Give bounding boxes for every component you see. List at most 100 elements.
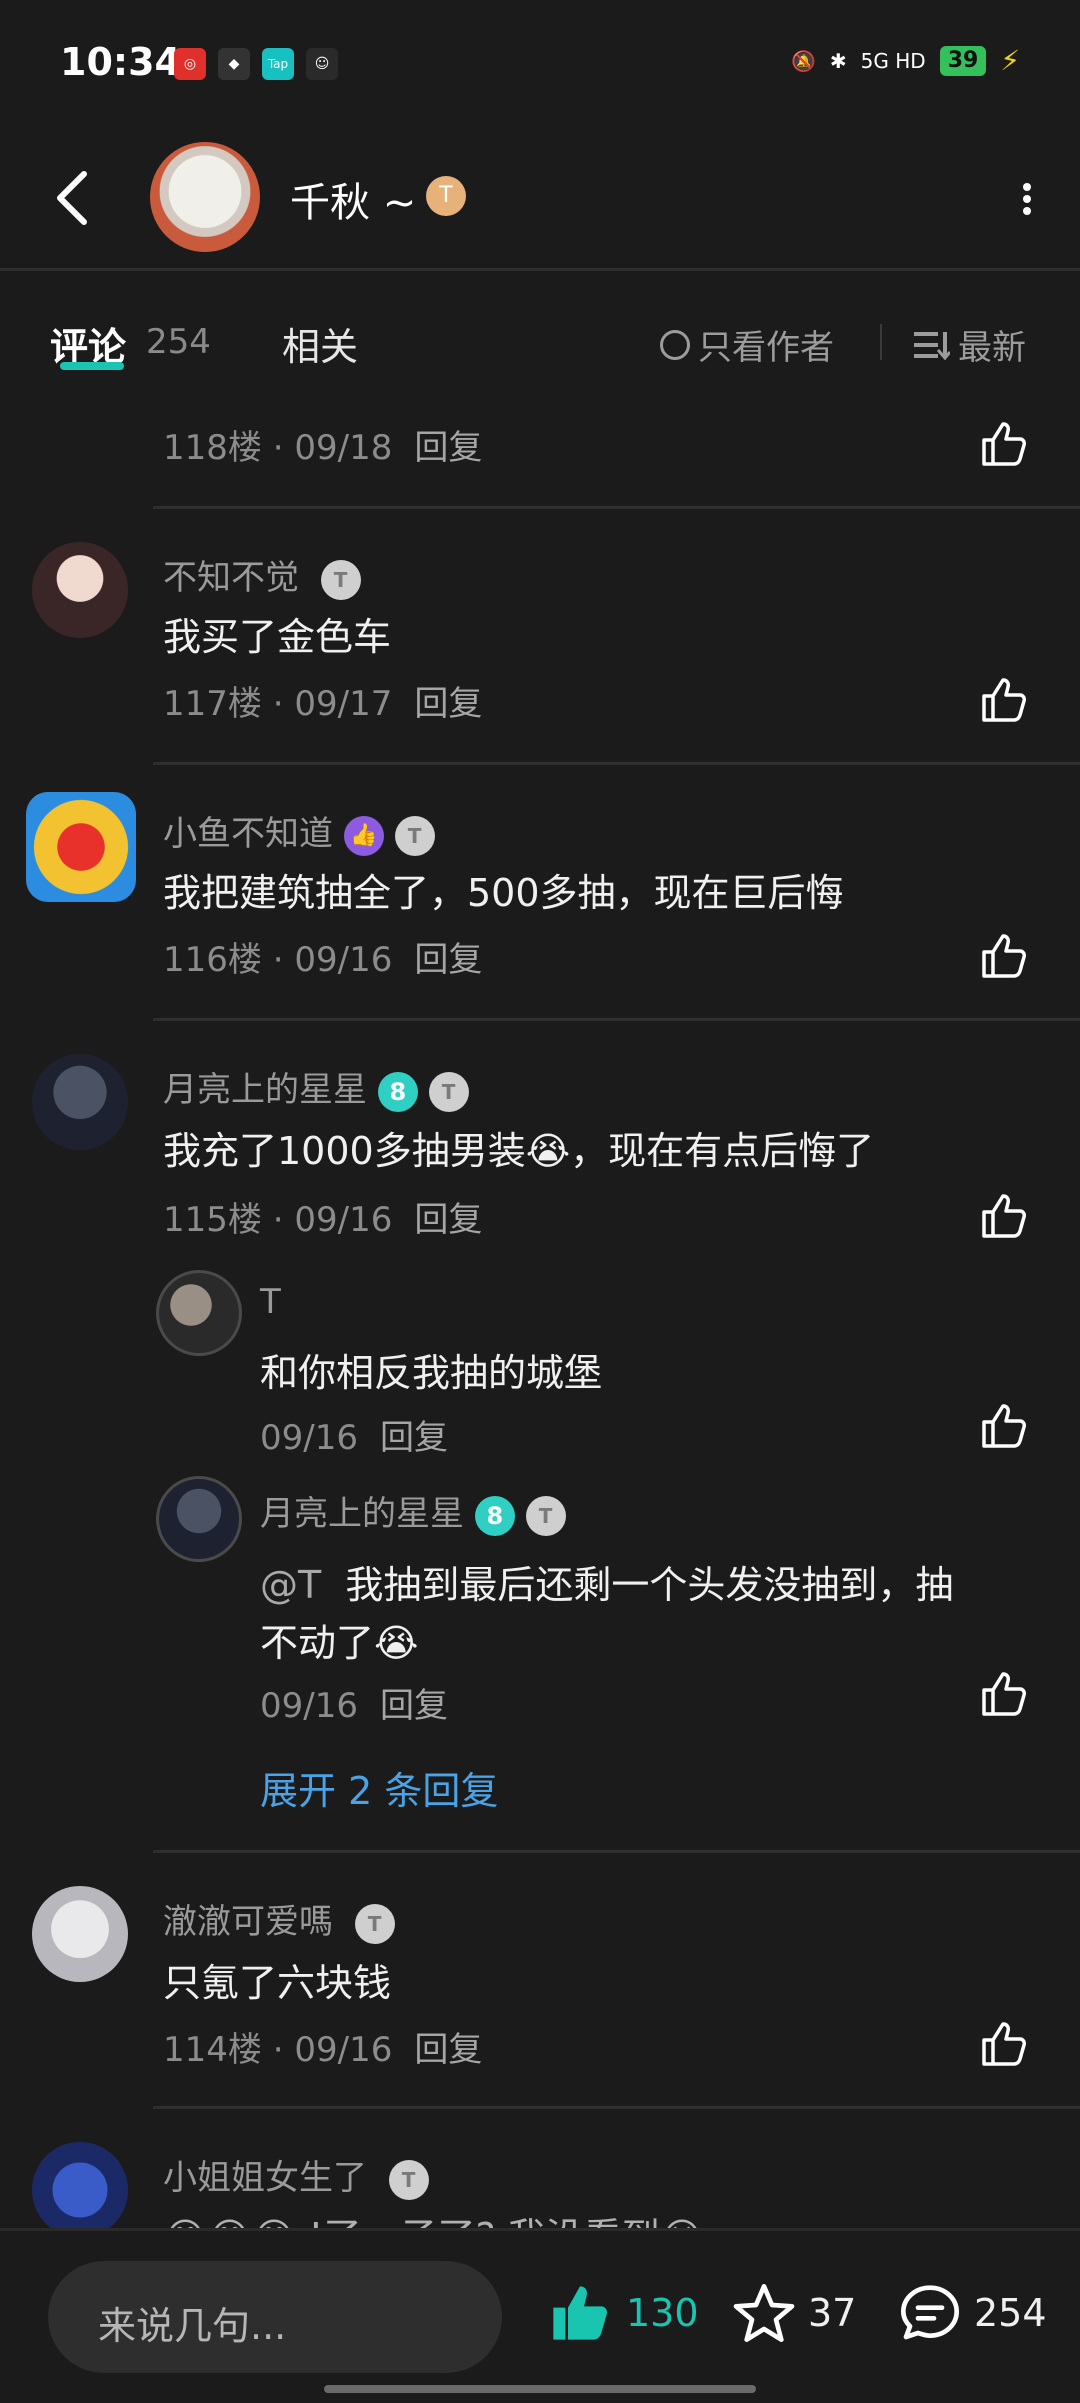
comments-count: 254 bbox=[146, 322, 211, 362]
favorite-count: 37 bbox=[808, 2291, 857, 2335]
comment-bubble-icon bbox=[901, 2285, 959, 2340]
comment-user[interactable]: 澈澈可爱嗎 T bbox=[163, 1894, 395, 1944]
reply-link[interactable]: 回复 bbox=[414, 684, 482, 724]
only-author-toggle[interactable]: 只看作者 bbox=[660, 320, 834, 369]
comment-count: 254 bbox=[974, 2291, 1047, 2335]
sort-toggle[interactable]: 最新 bbox=[914, 320, 1026, 369]
reply-user-avatar[interactable] bbox=[156, 1270, 242, 1356]
reply-text-cont: 不动了😭 bbox=[260, 1621, 419, 1665]
netease-music-icon: ◎ bbox=[174, 48, 206, 80]
comment-user[interactable]: 月亮上的星星 8 T bbox=[163, 1062, 469, 1112]
comment-text: 我充了1000多抽男装😭，现在有点后悔了 bbox=[163, 1129, 875, 1173]
like-icon[interactable] bbox=[980, 1670, 1028, 1718]
reply-text: @T 我抽到最后还剩一个头发没抽到，抽 bbox=[260, 1563, 954, 1607]
tab-active-indicator bbox=[60, 362, 124, 370]
sort-label: 最新 bbox=[958, 328, 1026, 368]
comment-divider bbox=[153, 762, 1080, 765]
comment-user[interactable]: 小姐姐女生了 T bbox=[163, 2150, 429, 2200]
reply-text: 和你相反我抽的城堡 bbox=[260, 1351, 603, 1395]
tab-divider bbox=[880, 324, 882, 360]
mute-bell-icon: 🔕 bbox=[791, 48, 816, 73]
radio-circle-icon bbox=[660, 329, 690, 360]
bluetooth-icon: ✱ bbox=[829, 48, 847, 73]
app-diamond-icon: ◆ bbox=[218, 48, 250, 80]
like-icon[interactable] bbox=[980, 1402, 1028, 1450]
user-avatar[interactable] bbox=[26, 792, 136, 902]
status-time: 10:34 bbox=[60, 40, 181, 84]
comment-meta: 114楼 · 09/16 回复 bbox=[163, 2030, 483, 2070]
comment-text: 我把建筑抽全了，500多抽，现在巨后悔 bbox=[163, 871, 844, 915]
network-signal: 5G HD bbox=[860, 48, 926, 73]
like-icon[interactable] bbox=[980, 420, 1028, 468]
reply-user[interactable]: T bbox=[260, 1282, 281, 1322]
level-8-badge-icon: 8 bbox=[377, 1071, 418, 1112]
reply-user-avatar[interactable] bbox=[156, 1476, 242, 1562]
author-avatar[interactable] bbox=[150, 142, 260, 252]
post-header: 千秋 ~ T bbox=[0, 130, 1080, 271]
comment-tabs: 评论 254 相关 只看作者 最新 bbox=[0, 268, 1080, 398]
like-count-button[interactable]: 130 bbox=[546, 2281, 699, 2345]
only-author-label: 只看作者 bbox=[698, 328, 834, 368]
star-icon bbox=[733, 2284, 795, 2342]
comment-meta: 118楼 · 09/18 回复 bbox=[163, 428, 483, 468]
comment-text: 我买了金色车 bbox=[163, 615, 392, 659]
level-badge-icon: T bbox=[525, 1495, 566, 1536]
bottom-action-bar: 来说几句... 130 37 254 bbox=[0, 2228, 1080, 2403]
level-8-badge-icon: 8 bbox=[474, 1495, 515, 1536]
comment-meta: 116楼 · 09/16 回复 bbox=[163, 940, 483, 980]
favorite-button[interactable]: 37 bbox=[732, 2281, 856, 2345]
back-arrow-icon[interactable] bbox=[52, 168, 92, 228]
like-icon[interactable] bbox=[980, 932, 1028, 980]
comment-input-placeholder: 来说几句... bbox=[98, 2304, 287, 2348]
comment-input[interactable]: 来说几句... bbox=[48, 2261, 502, 2373]
taptap-icon: Tap bbox=[262, 48, 294, 80]
status-bar: 10:34 ◎ ◆ Tap ☺ 🔕 ✱ 5G HD 39 ⚡ bbox=[0, 0, 1080, 130]
user-avatar[interactable] bbox=[32, 542, 128, 638]
comment-divider bbox=[153, 1018, 1080, 1021]
charging-icon: ⚡ bbox=[1000, 44, 1020, 77]
game-controller-icon: ☺ bbox=[306, 48, 338, 80]
comment-user[interactable]: 小鱼不知道 👍 T bbox=[163, 806, 435, 856]
status-right: 🔕 ✱ 5G HD 39 ⚡ bbox=[791, 44, 1020, 77]
like-icon[interactable] bbox=[980, 2020, 1028, 2068]
comment-text: 只氪了六块钱 bbox=[163, 1961, 392, 2005]
like-icon[interactable] bbox=[980, 676, 1028, 724]
like-count: 130 bbox=[626, 2291, 699, 2335]
reply-link[interactable]: 回复 bbox=[380, 1418, 448, 1458]
level-badge-icon: T bbox=[394, 815, 435, 856]
author-name[interactable]: 千秋 ~ bbox=[290, 170, 416, 228]
comment-meta: 117楼 · 09/17 回复 bbox=[163, 684, 483, 724]
battery-indicator: 39 bbox=[939, 45, 987, 76]
user-avatar[interactable] bbox=[32, 1054, 128, 1150]
comment-divider bbox=[153, 1850, 1080, 1853]
sort-list-icon bbox=[914, 331, 950, 360]
comment-meta: 115楼 · 09/16 回复 bbox=[163, 1200, 483, 1240]
user-avatar[interactable] bbox=[32, 2142, 128, 2238]
reply-user[interactable]: 月亮上的星星 8 T bbox=[260, 1486, 566, 1536]
mention[interactable]: @T bbox=[260, 1563, 321, 1607]
expand-replies-link[interactable]: 展开 2 条回复 bbox=[260, 1760, 498, 1815]
home-indicator[interactable] bbox=[324, 2385, 756, 2393]
level-badge-icon: T bbox=[428, 1071, 469, 1112]
reply-link[interactable]: 回复 bbox=[380, 1686, 448, 1726]
reply-link[interactable]: 回复 bbox=[414, 1200, 482, 1240]
comment-divider bbox=[153, 506, 1080, 509]
comment-count-button[interactable]: 254 bbox=[898, 2281, 1047, 2345]
reply-link[interactable]: 回复 bbox=[414, 428, 482, 468]
level-badge-icon: T bbox=[320, 559, 361, 600]
level-badge-icon: T bbox=[354, 1903, 395, 1944]
thumbs-up-filled-icon bbox=[553, 2286, 608, 2340]
comment-user[interactable]: 不知不觉 T bbox=[163, 550, 361, 600]
more-options-icon[interactable] bbox=[1022, 182, 1032, 216]
reply-meta: 09/16 回复 bbox=[260, 1418, 448, 1458]
like-icon[interactable] bbox=[980, 1192, 1028, 1240]
tab-related[interactable]: 相关 bbox=[282, 316, 358, 371]
level-badge: T bbox=[426, 176, 466, 216]
reply-meta: 09/16 回复 bbox=[260, 1686, 448, 1726]
reply-link[interactable]: 回复 bbox=[414, 940, 482, 980]
level-badge-icon: T bbox=[388, 2159, 429, 2200]
comment-divider bbox=[153, 2106, 1080, 2109]
thumbs-up-badge-icon: 👍 bbox=[343, 815, 384, 856]
reply-link[interactable]: 回复 bbox=[414, 2030, 482, 2070]
user-avatar[interactable] bbox=[32, 1886, 128, 1982]
